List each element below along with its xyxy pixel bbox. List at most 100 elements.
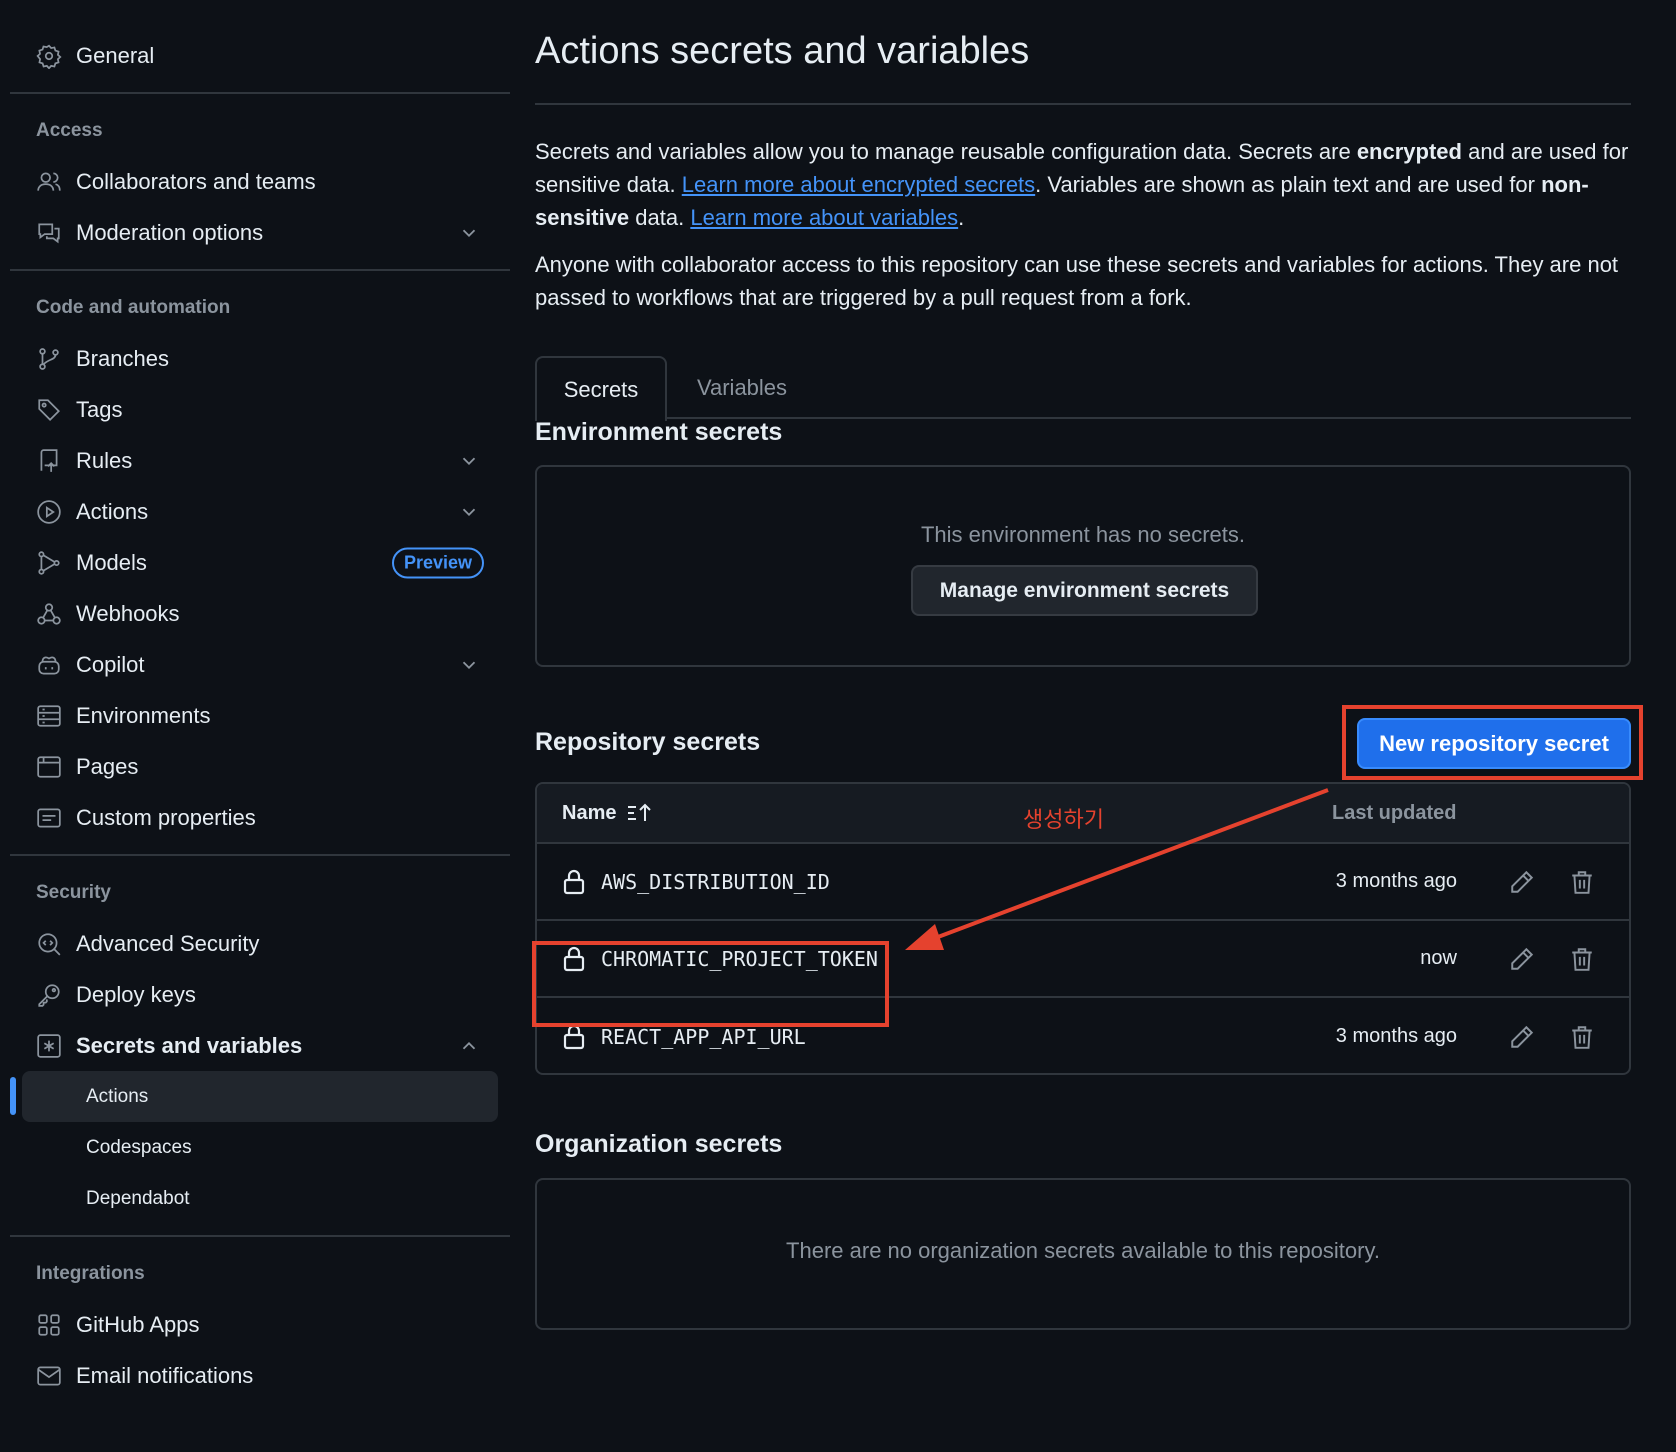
lock-icon bbox=[562, 1024, 586, 1050]
sidebar-item-label: Actions bbox=[76, 498, 149, 524]
settings-sidebar: General Access Collaborators and teams M… bbox=[10, 30, 510, 1401]
apps-icon bbox=[36, 1312, 62, 1338]
section-label-security: Security bbox=[36, 882, 111, 903]
chevron-down-icon bbox=[458, 450, 480, 472]
preview-badge: Preview bbox=[391, 547, 484, 578]
lock-icon bbox=[562, 869, 586, 895]
secret-updated: 3 months ago bbox=[1335, 1025, 1457, 1047]
sidebar-item-tags[interactable]: Tags bbox=[10, 384, 510, 435]
secret-updated: 3 months ago bbox=[1335, 870, 1457, 892]
chevron-down-icon bbox=[458, 501, 480, 523]
sidebar-subitem-codespaces[interactable]: Codespaces bbox=[22, 1122, 498, 1173]
column-name-label: Name bbox=[562, 801, 617, 824]
sidebar-item-label: Branches bbox=[76, 345, 169, 371]
sidebar-item-label: General bbox=[76, 42, 155, 68]
new-repository-secret-button[interactable]: New repository secret bbox=[1357, 718, 1631, 769]
sidebar-item-label: Deploy keys bbox=[76, 981, 196, 1007]
sidebar-item-copilot[interactable]: Copilot bbox=[10, 639, 510, 690]
sidebar-item-secrets-and-variables[interactable]: Secrets and variables bbox=[10, 1020, 510, 1071]
active-indicator bbox=[10, 1077, 16, 1115]
secret-name: AWS_DISTRIBUTION_ID bbox=[601, 869, 830, 894]
tag-icon bbox=[36, 397, 62, 423]
key-asterisk-icon bbox=[36, 1033, 62, 1059]
sidebar-item-pages[interactable]: Pages bbox=[10, 741, 510, 792]
secret-name: REACT_APP_API_URL bbox=[601, 1024, 806, 1049]
organization-empty-message: There are no organization secrets availa… bbox=[786, 1238, 1380, 1263]
divider bbox=[10, 854, 510, 856]
browser-icon bbox=[36, 754, 62, 780]
sidebar-item-label: Rules bbox=[76, 447, 133, 473]
repository-secrets-table: Name 생성하기 Last updated AWS_DISTRIBUTION_… bbox=[535, 782, 1631, 1075]
git-branch-icon bbox=[36, 346, 62, 372]
environment-secrets-box: This environment has no secrets. Manage … bbox=[535, 465, 1631, 667]
sidebar-subitem-dependabot[interactable]: Dependabot bbox=[22, 1173, 498, 1224]
sidebar-item-label: Secrets and variables bbox=[76, 1032, 303, 1058]
table-row: AWS_DISTRIBUTION_ID 3 months ago bbox=[537, 844, 1629, 921]
section-label-integrations: Integrations bbox=[36, 1263, 145, 1284]
sidebar-item-deploy-keys[interactable]: Deploy keys bbox=[10, 969, 510, 1020]
webhook-icon bbox=[36, 601, 62, 627]
sidebar-item-label: Advanced Security bbox=[76, 930, 260, 956]
sidebar-item-collaborators[interactable]: Collaborators and teams bbox=[10, 156, 510, 207]
divider bbox=[10, 269, 510, 271]
sidebar-item-label: Collaborators and teams bbox=[76, 168, 316, 194]
column-updated-header: Last updated bbox=[1332, 801, 1457, 824]
section-label-code: Code and automation bbox=[36, 297, 231, 318]
mail-icon bbox=[36, 1363, 62, 1389]
sidebar-item-label: Pages bbox=[76, 753, 139, 779]
annotation-create-label: 생성하기 bbox=[1023, 807, 1104, 832]
sidebar-subitem-actions[interactable]: Actions bbox=[10, 1071, 498, 1122]
sections-layer: Environment secrets This environment has… bbox=[532, 0, 1643, 1452]
sidebar-item-general[interactable]: General bbox=[10, 30, 510, 81]
column-name-header[interactable]: Name bbox=[562, 801, 652, 825]
trash-icon[interactable] bbox=[1569, 869, 1595, 895]
organization-secrets-heading: Organization secrets bbox=[535, 1130, 783, 1158]
pencil-icon[interactable] bbox=[1509, 869, 1535, 895]
sidebar-item-label: Moderation options bbox=[76, 219, 264, 245]
sidebar-item-email-notifications[interactable]: Email notifications bbox=[10, 1350, 510, 1401]
codescan-icon bbox=[36, 931, 62, 957]
repo-push-icon bbox=[36, 448, 62, 474]
chevron-down-icon bbox=[458, 222, 480, 244]
gear-icon bbox=[36, 43, 62, 69]
divider bbox=[10, 92, 510, 94]
sidebar-subitem-label: Dependabot bbox=[86, 1187, 190, 1209]
trash-icon[interactable] bbox=[1569, 946, 1595, 972]
server-icon bbox=[36, 703, 62, 729]
sidebar-item-moderation[interactable]: Moderation options bbox=[10, 207, 510, 258]
play-icon bbox=[36, 499, 62, 525]
sidebar-item-environments[interactable]: Environments bbox=[10, 690, 510, 741]
sidebar-item-label: Copilot bbox=[76, 651, 145, 677]
secret-updated: now bbox=[1420, 947, 1457, 969]
pencil-icon[interactable] bbox=[1509, 1024, 1535, 1050]
chevron-down-icon bbox=[458, 654, 480, 676]
sidebar-subitem-label: Actions bbox=[86, 1085, 149, 1107]
sidebar-item-webhooks[interactable]: Webhooks bbox=[10, 588, 510, 639]
chevron-up-icon bbox=[458, 1035, 480, 1057]
sidebar-item-advanced-security[interactable]: Advanced Security bbox=[10, 918, 510, 969]
divider bbox=[10, 1235, 510, 1237]
pencil-icon[interactable] bbox=[1509, 946, 1535, 972]
sidebar-item-custom-properties[interactable]: Custom properties bbox=[10, 792, 510, 843]
trash-icon[interactable] bbox=[1569, 1024, 1595, 1050]
sidebar-item-label: GitHub Apps bbox=[76, 1311, 200, 1337]
annotation-highlight-row bbox=[532, 941, 889, 1027]
sidebar-item-label: Environments bbox=[76, 702, 211, 728]
sidebar-item-github-apps[interactable]: GitHub Apps bbox=[10, 1299, 510, 1350]
sort-ascending-icon[interactable] bbox=[626, 801, 652, 825]
section-label-access: Access bbox=[36, 120, 103, 141]
sidebar-item-actions[interactable]: Actions bbox=[10, 486, 510, 537]
key-icon bbox=[36, 982, 62, 1008]
people-icon bbox=[36, 169, 62, 195]
manage-environment-secrets-button[interactable]: Manage environment secrets bbox=[911, 565, 1258, 616]
sidebar-item-models[interactable]: Models Preview bbox=[10, 537, 510, 588]
comment-discussion-icon bbox=[36, 220, 62, 246]
organization-secrets-box: There are no organization secrets availa… bbox=[535, 1178, 1631, 1330]
note-icon bbox=[36, 805, 62, 831]
sidebar-item-label: Email notifications bbox=[76, 1362, 254, 1388]
sidebar-item-rules[interactable]: Rules bbox=[10, 435, 510, 486]
repository-secrets-heading: Repository secrets bbox=[535, 728, 761, 756]
sidebar-item-label: Models bbox=[76, 549, 147, 575]
sidebar-item-branches[interactable]: Branches bbox=[10, 333, 510, 384]
sidebar-item-label: Tags bbox=[76, 396, 123, 422]
